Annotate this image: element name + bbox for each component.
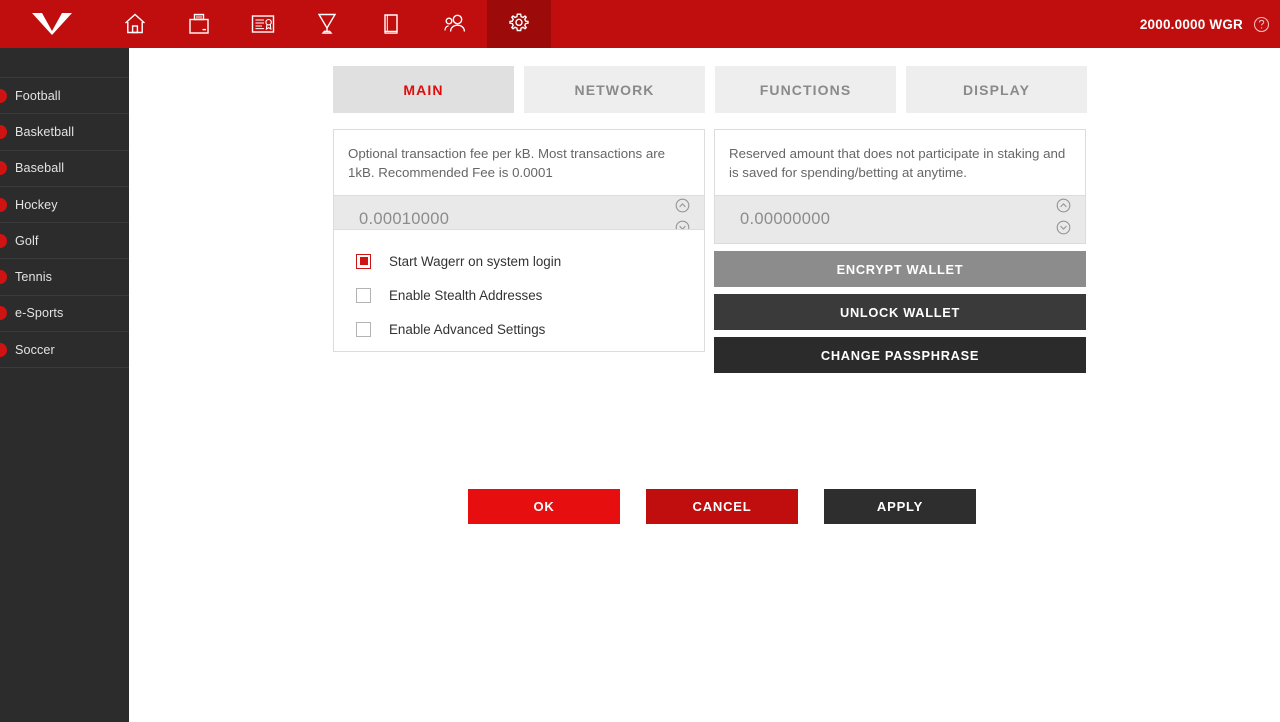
nav-item-wallet[interactable] (167, 0, 231, 48)
checkbox-advanced-settings[interactable] (356, 321, 371, 337)
sidebar-item-golf[interactable]: Golf (0, 223, 129, 260)
reserve-balance-panel: Reserved amount that does not participat… (714, 129, 1086, 244)
cancel-button[interactable]: CANCEL (646, 489, 798, 524)
sidebar-item-label: Tennis (15, 270, 53, 285)
reserve-balance-stepper[interactable] (1056, 198, 1071, 240)
sidebar-item-soccer[interactable]: Soccer (0, 332, 129, 369)
checkbox-label: Enable Advanced Settings (389, 321, 546, 337)
sidebar-item-baseball[interactable]: Baseball (0, 151, 129, 187)
sport-dot-icon (0, 88, 7, 103)
stepper-up-icon[interactable] (675, 198, 690, 218)
sports-sidebar: Football Basketball Baseball Hockey Golf… (0, 48, 129, 722)
checkbox-label: Enable Stealth Addresses (389, 287, 543, 303)
nav-item-community[interactable] (423, 0, 487, 48)
checkbox-row-stealth-addresses[interactable]: Enable Stealth Addresses (334, 278, 704, 312)
sport-dot-icon (0, 161, 7, 176)
wagerr-logo[interactable] (0, 0, 103, 48)
ok-button[interactable]: OK (468, 489, 620, 524)
sidebar-item-label: Hockey (15, 197, 58, 212)
sidebar-item-hockey[interactable]: Hockey (0, 187, 129, 224)
sidebar-item-label: Golf (15, 233, 39, 248)
nav-item-leagues[interactable] (295, 0, 359, 48)
change-passphrase-button[interactable]: CHANGE PASSPHRASE (714, 337, 1086, 373)
apply-button[interactable]: APPLY (824, 489, 976, 524)
sidebar-header-spacer (0, 48, 129, 78)
sport-dot-icon (0, 342, 7, 357)
reserve-balance-description: Reserved amount that does not participat… (729, 146, 1066, 181)
sport-dot-icon (0, 270, 7, 285)
transaction-fee-panel: Optional transaction fee per kB. Most tr… (333, 129, 705, 244)
app-root: 2000.0000 WGR Football Basketball Baseba… (0, 0, 1280, 722)
sidebar-item-football[interactable]: Football (0, 78, 129, 115)
gear-icon (506, 11, 532, 37)
sidebar-item-label: Soccer (15, 342, 55, 357)
reserve-balance-field[interactable]: 0.00000000 (715, 194, 1085, 243)
home-icon (122, 11, 148, 37)
sidebar-item-esports[interactable]: e-Sports (0, 296, 129, 333)
transaction-fee-description: Optional transaction fee per kB. Most tr… (348, 146, 666, 181)
tab-display[interactable]: DISPLAY (906, 66, 1087, 113)
topbar-right-group: 2000.0000 WGR (1140, 0, 1270, 48)
nav-item-home[interactable] (103, 0, 167, 48)
checkbox-row-advanced-settings[interactable]: Enable Advanced Settings (334, 312, 704, 346)
checkbox-stealth-addresses[interactable] (356, 287, 371, 303)
nav-icon-group (103, 0, 551, 48)
users-icon (442, 11, 468, 37)
tab-main[interactable]: MAIN (333, 66, 514, 113)
nav-item-guide[interactable] (359, 0, 423, 48)
sidebar-item-label: e-Sports (15, 306, 64, 321)
sidebar-item-label: Baseball (15, 161, 65, 176)
reserve-balance-value: 0.00000000 (740, 209, 831, 228)
sport-dot-icon (0, 233, 7, 248)
help-icon[interactable] (1253, 16, 1270, 33)
transaction-fee-value: 0.00010000 (359, 209, 450, 228)
tab-network[interactable]: NETWORK (524, 66, 705, 113)
tab-functions[interactable]: FUNCTIONS (715, 66, 896, 113)
checkbox-start-on-login[interactable] (356, 253, 371, 269)
top-navigation-bar: 2000.0000 WGR (0, 0, 1280, 48)
unlock-wallet-button[interactable]: UNLOCK WALLET (714, 294, 1086, 330)
sport-dot-icon (0, 306, 7, 321)
sport-dot-icon (0, 124, 7, 139)
stepper-up-icon[interactable] (1056, 198, 1071, 218)
sidebar-item-label: Basketball (15, 124, 75, 139)
encrypt-wallet-button[interactable]: ENCRYPT WALLET (714, 251, 1086, 287)
settings-content: MAIN NETWORK FUNCTIONS DISPLAY Optional … (129, 48, 1280, 722)
nav-item-betting[interactable] (231, 0, 295, 48)
settings-tabs: MAIN NETWORK FUNCTIONS DISPLAY (333, 66, 1087, 113)
trophy-icon (314, 11, 340, 37)
checkbox-label: Start Wagerr on system login (389, 253, 562, 269)
sidebar-item-basketball[interactable]: Basketball (0, 114, 129, 151)
stepper-down-icon[interactable] (1056, 220, 1071, 240)
nav-item-settings[interactable] (487, 0, 551, 48)
wallet-icon (186, 11, 212, 37)
checkbox-row-start-on-login[interactable]: Start Wagerr on system login (334, 244, 704, 278)
sidebar-item-label: Football (15, 88, 61, 103)
wallet-balance: 2000.0000 WGR (1139, 16, 1243, 32)
options-checkbox-panel: Start Wagerr on system login Enable Stea… (333, 229, 705, 352)
bet-slip-icon (250, 11, 276, 37)
sidebar-item-tennis[interactable]: Tennis (0, 259, 129, 296)
sport-dot-icon (0, 197, 7, 212)
book-icon (378, 11, 404, 37)
